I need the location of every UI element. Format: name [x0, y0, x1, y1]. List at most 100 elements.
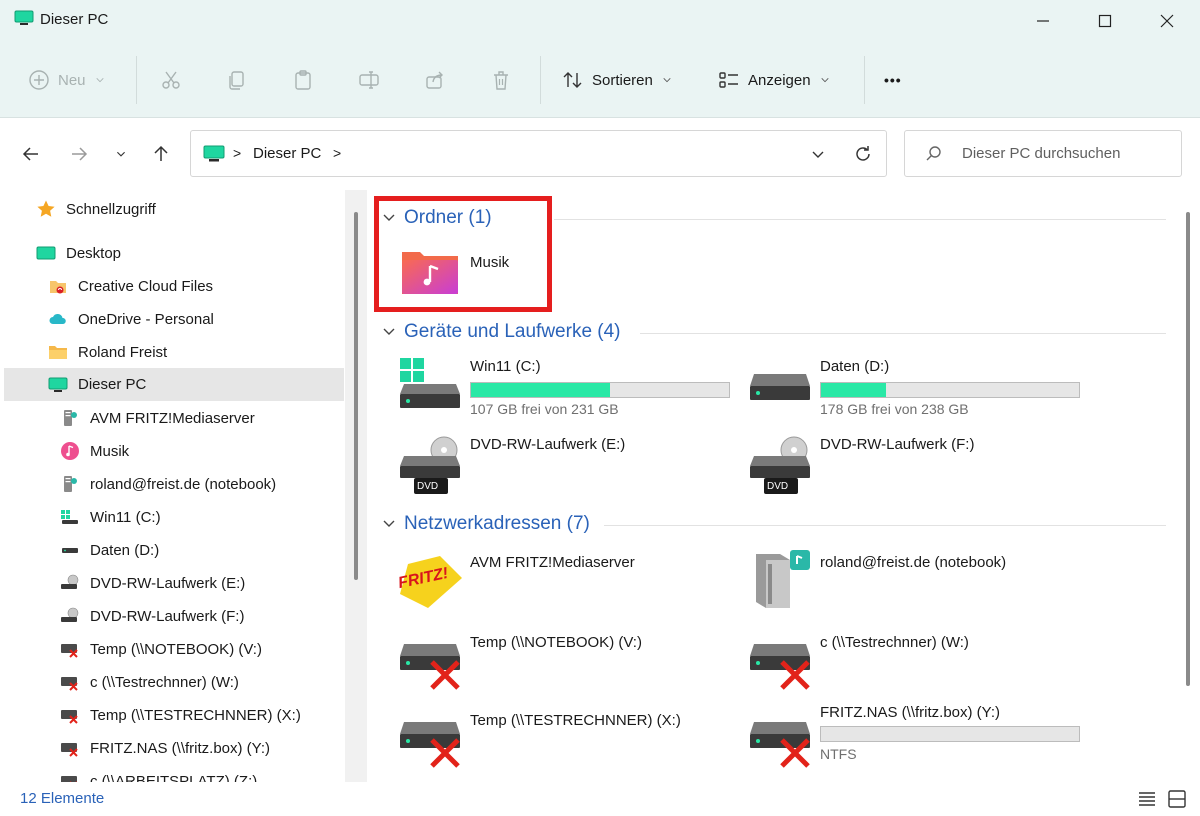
tile-dvd-f[interactable]: DVD DVD-RW-Laufwerk (F:) [750, 436, 1090, 500]
creative-cloud-folder-icon [48, 276, 68, 296]
sidebar-item-musik[interactable]: Musik [60, 436, 129, 466]
pc-icon [48, 375, 68, 395]
sidebar-item-roland-notebook[interactable]: roland@freist.de (notebook) [60, 469, 276, 499]
dvd-drive-icon [60, 606, 80, 626]
tile-name: Daten (D:) [820, 358, 890, 375]
maximize-button[interactable] [1074, 0, 1136, 42]
tile-name: FRITZ.NAS (\\fritz.box) (Y:) [820, 704, 1001, 721]
sidebar-item-dieser-pc[interactable]: Dieser PC [4, 368, 344, 401]
arrow-up-icon [154, 145, 168, 161]
sidebar-item-label: Schnellzugriff [66, 200, 156, 218]
sidebar-item-label: Temp (\\TESTRECHNNER) (X:) [90, 706, 301, 724]
chevron-down-icon [383, 328, 395, 335]
sidebar-item-label: Creative Cloud Files [78, 277, 214, 295]
address-bar[interactable]: > Dieser PC > [190, 130, 887, 177]
sidebar-item-label: Daten (D:) [90, 541, 160, 559]
details-view-icon[interactable] [1136, 788, 1158, 810]
drive-icon [60, 540, 80, 560]
sidebar-item-fritz-mediaserver[interactable]: AVM FRITZ!Mediaserver [60, 403, 255, 433]
content-scrollbar[interactable] [1186, 212, 1190, 686]
sidebar-scrollbar[interactable] [354, 212, 358, 580]
pc-icon [14, 10, 34, 25]
sidebar-item-creative-cloud[interactable]: Creative Cloud Files [48, 271, 213, 301]
paste-button[interactable] [292, 64, 314, 96]
tile-fritz-nas-y[interactable]: FRITZ.NAS (\\fritz.box) (Y:) NTFS [750, 704, 1090, 776]
group-header-network[interactable]: Netzwerkadressen (7) [382, 510, 590, 538]
tile-win11-c[interactable]: Win11 (C:) 107 GB frei von 231 GB [400, 358, 740, 422]
delete-button[interactable] [490, 64, 512, 96]
share-button[interactable] [424, 64, 446, 96]
cut-button[interactable] [160, 64, 182, 96]
disconnected-network-drive-icon [60, 771, 80, 782]
sidebar-item-label: roland@freist.de (notebook) [90, 475, 277, 493]
sidebar-item-onedrive[interactable]: OneDrive - Personal [48, 304, 214, 334]
tile-temp-testrechnner-x[interactable]: Temp (\\TESTRECHNNER) (X:) [400, 712, 740, 776]
sidebar-item-c-arbeitsplatz-z[interactable]: c (\\ARBEITSPLATZ) (Z:) [60, 766, 257, 782]
breadcrumb-separator: > [233, 145, 242, 161]
sidebar-item-temp-notebook-v[interactable]: Temp (\\NOTEBOOK) (V:) [60, 634, 262, 664]
back-button[interactable] [16, 139, 46, 169]
sidebar-item-win11-c[interactable]: Win11 (C:) [60, 502, 161, 532]
tile-temp-notebook-v[interactable]: Temp (\\NOTEBOOK) (V:) [400, 634, 740, 698]
tile-name: DVD-RW-Laufwerk (F:) [820, 436, 975, 453]
tile-fritz-mediaserver[interactable]: FRITZ! AVM FRITZ!Mediaserver [397, 554, 738, 618]
minimize-button[interactable] [1012, 0, 1074, 42]
view-button[interactable]: Anzeigen [718, 64, 831, 96]
new-button[interactable]: Neu [28, 64, 106, 96]
sidebar-item-label: Temp (\\NOTEBOOK) (V:) [90, 640, 262, 658]
forward-button[interactable] [64, 139, 94, 169]
search-icon [926, 146, 941, 161]
group-divider [604, 525, 1166, 526]
sidebar-item-desktop[interactable]: Desktop [36, 238, 121, 268]
sort-arrows-icon [563, 72, 582, 88]
refresh-icon[interactable] [853, 144, 873, 164]
tile-daten-d[interactable]: Daten (D:) 178 GB frei von 238 GB [750, 358, 1090, 422]
breadcrumb-separator[interactable]: > [333, 145, 341, 161]
tile-name: Win11 (C:) [470, 358, 541, 375]
tile-free-space: 178 GB frei von 238 GB [820, 401, 969, 417]
rename-button[interactable] [358, 64, 380, 96]
sidebar-item-dvd-e[interactable]: DVD-RW-Laufwerk (E:) [60, 568, 245, 598]
sidebar-item-roland-freist[interactable]: Roland Freist [48, 337, 167, 367]
disconnected-network-drive-icon [60, 672, 80, 692]
usage-bar [470, 382, 730, 398]
tile-roland-notebook[interactable]: roland@freist.de (notebook) [750, 548, 1090, 612]
up-button[interactable] [146, 139, 176, 169]
close-button[interactable] [1136, 0, 1198, 42]
sidebar-item-daten-d[interactable]: Daten (D:) [60, 535, 159, 565]
sidebar-item-quick-access[interactable]: Schnellzugriff [36, 194, 156, 224]
command-bar: Neu Sortieren Anzeigen ••• [0, 42, 1200, 118]
sidebar-item-c-testrechnner-w[interactable]: c (\\Testrechnner) (W:) [60, 667, 239, 697]
more-icon: ••• [884, 72, 902, 88]
toolbar-separator [136, 56, 137, 104]
chevron-down-icon [383, 520, 395, 527]
desktop-icon [36, 243, 56, 263]
tile-name: Temp (\\TESTRECHNNER) (X:) [470, 712, 681, 729]
search-box[interactable]: Dieser PC durchsuchen [904, 130, 1182, 177]
chevron-down-icon[interactable] [811, 147, 825, 161]
tile-name: c (\\Testrechnner) (W:) [820, 634, 969, 651]
more-options-button[interactable]: ••• [884, 64, 902, 96]
recent-locations-button[interactable] [106, 139, 136, 169]
tile-filesystem: NTFS [820, 746, 857, 762]
tile-dvd-e[interactable]: DVD DVD-RW-Laufwerk (E:) [400, 436, 740, 500]
chevron-down-icon [95, 78, 104, 83]
sidebar-item-fritz-nas-y[interactable]: FRITZ.NAS (\\fritz.box) (Y:) [60, 733, 270, 763]
tiles-view-icon[interactable] [1166, 788, 1188, 810]
toolbar-separator [864, 56, 865, 104]
sidebar-item-dvd-f[interactable]: DVD-RW-Laufwerk (F:) [60, 601, 244, 631]
breadcrumb-dieser-pc[interactable]: Dieser PC [253, 145, 321, 162]
group-header-drives[interactable]: Geräte und Laufwerke (4) [382, 318, 621, 346]
sidebar-item-label: FRITZ.NAS (\\fritz.box) (Y:) [90, 739, 271, 757]
usage-bar [820, 382, 1080, 398]
tile-c-testrechnner-w[interactable]: c (\\Testrechnner) (W:) [750, 634, 1090, 698]
scissors-icon [162, 71, 180, 89]
sort-button[interactable]: Sortieren [562, 64, 673, 96]
dvd-badge: DVD [417, 481, 439, 492]
copy-button[interactable] [226, 64, 248, 96]
share-icon [426, 71, 443, 89]
chevron-down-icon [820, 78, 829, 83]
sidebar-item-temp-testrechnner-x[interactable]: Temp (\\TESTRECHNNER) (X:) [60, 700, 301, 730]
view-button-label: Anzeigen [748, 71, 811, 89]
close-icon [1160, 14, 1174, 28]
